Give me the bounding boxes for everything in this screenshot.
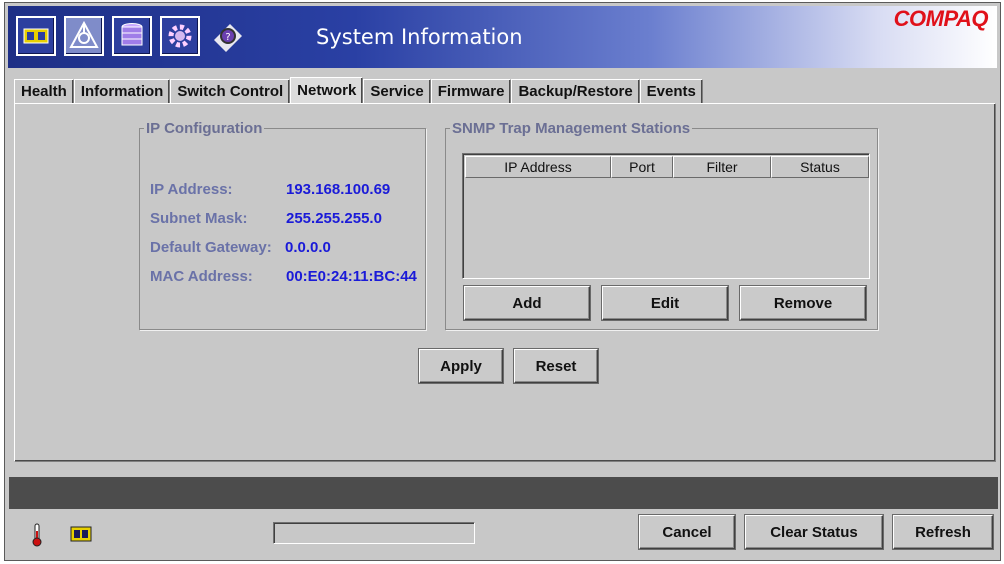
- mac-address-value: 00:E0:24:11:BC:44: [286, 268, 417, 285]
- column-header-filter[interactable]: Filter: [673, 156, 771, 178]
- tab-health[interactable]: Health: [14, 79, 74, 103]
- database-icon[interactable]: [112, 16, 152, 56]
- tab-service[interactable]: Service: [363, 79, 431, 103]
- cancel-button[interactable]: Cancel: [639, 515, 735, 549]
- title-bar: ? System Information: [8, 6, 997, 68]
- tab-backup-restore[interactable]: Backup/Restore: [511, 79, 640, 103]
- tab-information[interactable]: Information: [73, 79, 171, 103]
- default-gateway-label: Default Gateway:: [150, 239, 272, 256]
- ip-address-value: 193.168.100.69: [286, 181, 391, 198]
- tab-firmware[interactable]: Firmware: [430, 79, 512, 103]
- column-header-status[interactable]: Status: [771, 156, 869, 178]
- column-header-port[interactable]: Port: [611, 156, 673, 178]
- tab-switch-control[interactable]: Switch Control: [170, 79, 291, 103]
- mac-address-label: MAC Address:: [150, 268, 253, 285]
- refresh-button[interactable]: Refresh: [893, 515, 993, 549]
- clear-status-button[interactable]: Clear Status: [745, 515, 883, 549]
- switch-status-icon[interactable]: [70, 526, 92, 542]
- progress-bar: [273, 522, 475, 544]
- settings-gear-icon[interactable]: [160, 16, 200, 56]
- svg-text:?: ?: [225, 32, 230, 43]
- edit-button[interactable]: Edit: [602, 286, 728, 320]
- tab-bar: Health Information Switch Control Networ…: [14, 77, 703, 103]
- tab-events[interactable]: Events: [639, 79, 703, 103]
- remove-button[interactable]: Remove: [740, 286, 866, 320]
- subnet-mask-label: Subnet Mask:: [150, 210, 248, 227]
- ip-configuration-group: IP Configuration IP Address: 193.168.100…: [139, 120, 426, 330]
- ip-configuration-title: IP Configuration: [144, 120, 265, 137]
- network-tree-icon[interactable]: [64, 16, 104, 56]
- subnet-mask-value: 255.255.255.0: [286, 210, 382, 227]
- snmp-trap-group: SNMP Trap Management Stations IP Address…: [445, 120, 878, 330]
- table-header-row: IP Address Port Filter Status: [465, 156, 869, 178]
- help-magnifier-icon[interactable]: ?: [208, 16, 248, 56]
- switch-icon[interactable]: [16, 16, 56, 56]
- ip-address-label: IP Address:: [150, 181, 233, 198]
- reset-button[interactable]: Reset: [514, 349, 598, 383]
- apply-button[interactable]: Apply: [419, 349, 503, 383]
- network-panel: IP Configuration IP Address: 193.168.100…: [14, 103, 996, 462]
- add-button[interactable]: Add: [464, 286, 590, 320]
- window-title: System Information: [316, 25, 523, 49]
- default-gateway-value: 0.0.0.0: [285, 239, 331, 256]
- compaq-logo: COMPAQ: [893, 6, 989, 31]
- status-bar: [9, 477, 998, 509]
- column-header-ip-address[interactable]: IP Address: [465, 156, 611, 178]
- snmp-stations-table[interactable]: IP Address Port Filter Status: [462, 153, 870, 279]
- thermometer-icon[interactable]: [31, 523, 43, 547]
- application-window: ? System Information COMPAQ Health Infor…: [4, 2, 1001, 561]
- snmp-trap-title: SNMP Trap Management Stations: [450, 120, 693, 137]
- tab-network[interactable]: Network: [290, 77, 364, 103]
